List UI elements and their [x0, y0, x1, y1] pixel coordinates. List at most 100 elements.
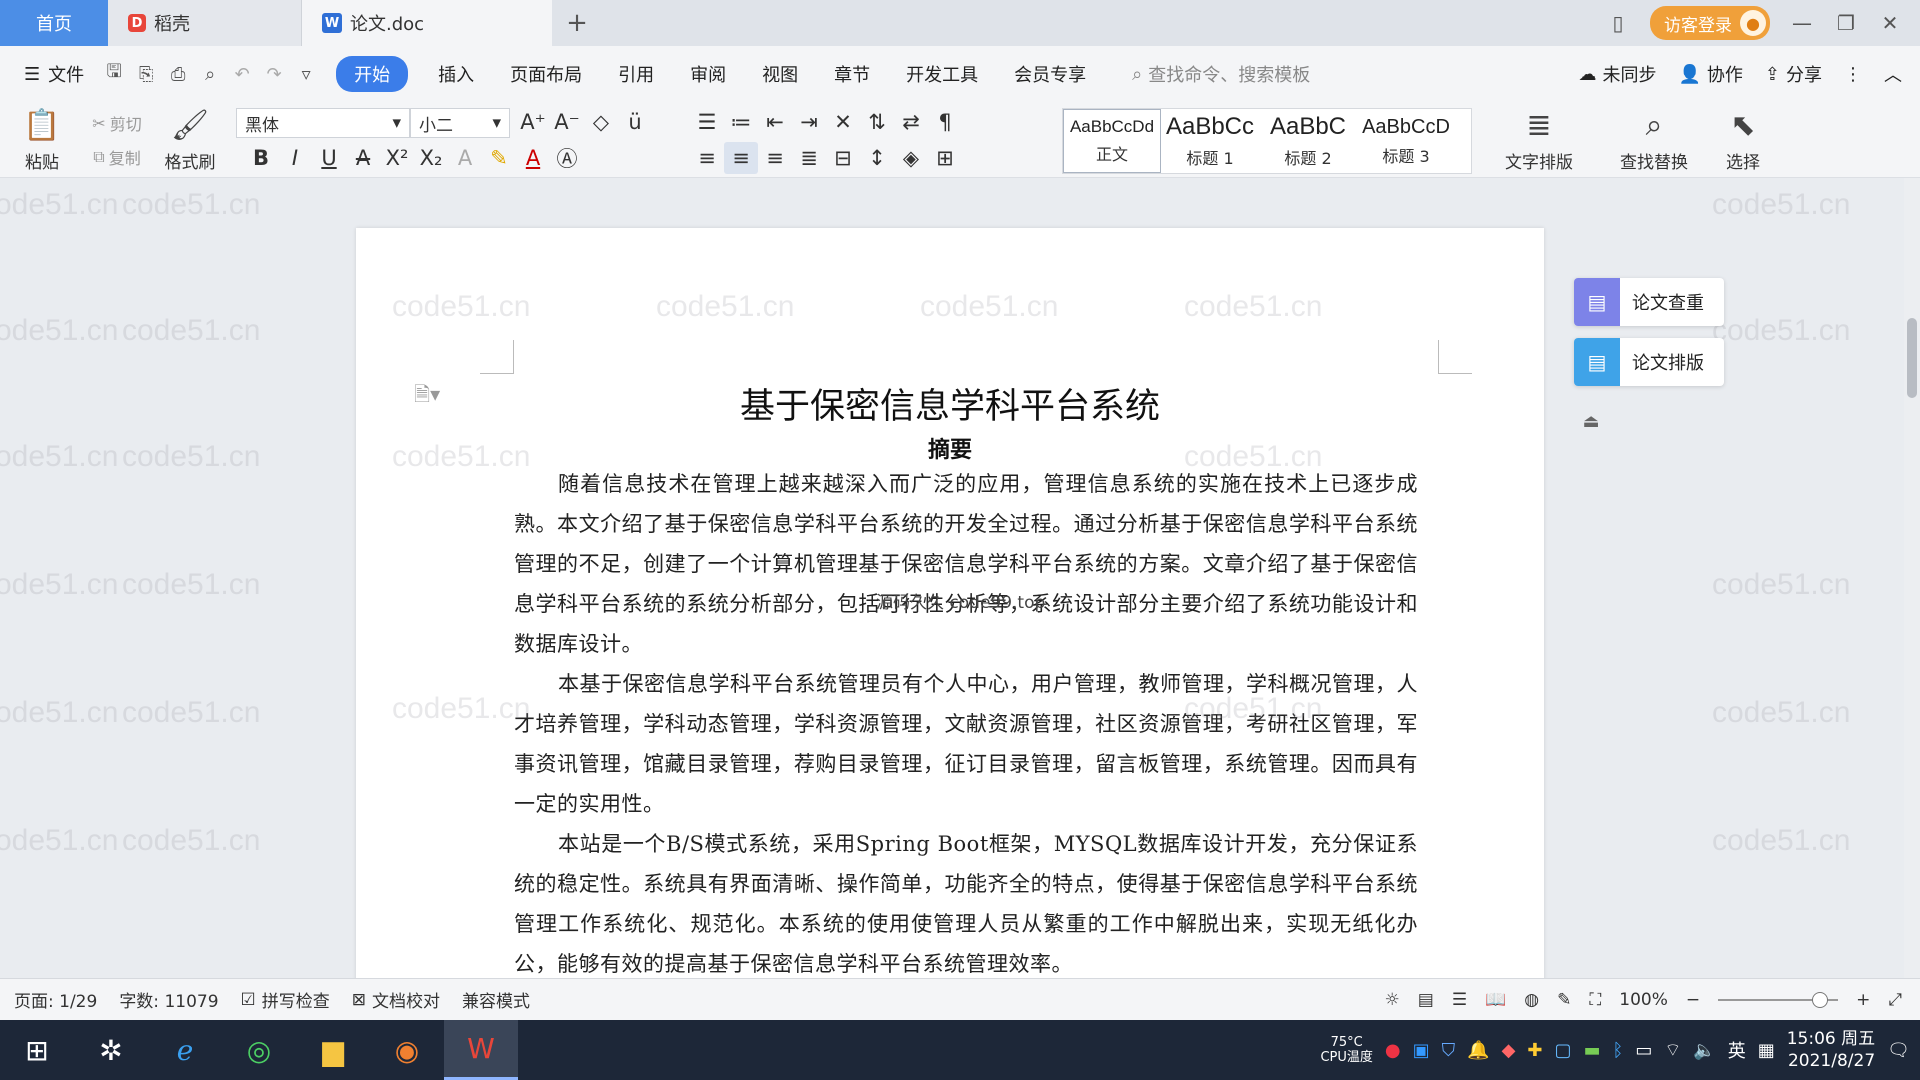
- page-count-icon[interactable]: ▯: [1606, 11, 1630, 35]
- zoom-slider[interactable]: [1718, 991, 1839, 1008]
- menu-review[interactable]: 审阅: [672, 61, 744, 87]
- system-clock[interactable]: 15:06 周五 2021/8/27: [1787, 1028, 1875, 1072]
- more-icon[interactable]: ⋮: [1844, 64, 1862, 85]
- fit-page-icon[interactable]: ⛶: [1589, 990, 1601, 1010]
- wifi-icon[interactable]: ⌔: [1664, 1039, 1681, 1062]
- text-layout-button[interactable]: ≣ 文字排版: [1494, 106, 1584, 174]
- tab-docer[interactable]: D 稻壳: [108, 0, 302, 46]
- outline-view-icon[interactable]: ☰: [1452, 990, 1467, 1010]
- reading-view-icon[interactable]: 📖: [1485, 990, 1506, 1010]
- highlight-icon[interactable]: ✎: [482, 142, 516, 174]
- clear-format-icon[interactable]: ◇: [584, 106, 618, 138]
- tab-document[interactable]: W 论文.doc: [302, 0, 552, 46]
- align-right-icon[interactable]: ≡: [758, 142, 792, 174]
- close-icon[interactable]: ✕: [1878, 11, 1902, 35]
- wps-writer-icon[interactable]: W: [444, 1020, 518, 1080]
- command-search[interactable]: ⌕ 查找命令、搜索模板: [1132, 61, 1310, 87]
- share-button[interactable]: ⇪ 分享: [1765, 61, 1822, 87]
- sync-button[interactable]: ☁ 未同步: [1578, 61, 1656, 87]
- menu-insert[interactable]: 插入: [420, 61, 492, 87]
- document-page[interactable]: 🗎▾ 基于保密信息学科平台系统 摘要 随着信息技术在管理上越来越深入而广泛的应用…: [356, 228, 1544, 978]
- font-size-select[interactable]: 小二 ▾: [410, 108, 510, 138]
- collapse-ribbon-icon[interactable]: ︿: [1884, 61, 1902, 87]
- ime-language[interactable]: 英: [1728, 1037, 1746, 1063]
- collaborate-button[interactable]: 👤 协作: [1678, 61, 1742, 87]
- strikethrough-icon[interactable]: A: [346, 142, 380, 174]
- increase-indent-icon[interactable]: ⇥: [792, 106, 826, 138]
- distributed-icon[interactable]: ⊟: [826, 142, 860, 174]
- paper-layout-button[interactable]: ▤ 论文排版: [1574, 338, 1724, 386]
- web-view-icon[interactable]: ◍: [1524, 990, 1539, 1010]
- italic-icon[interactable]: I: [278, 142, 312, 174]
- font-color-icon[interactable]: A: [516, 142, 550, 174]
- menu-chapter[interactable]: 章节: [816, 61, 888, 87]
- scrollbar-thumb[interactable]: [1907, 318, 1917, 398]
- file-menu[interactable]: ☰ 文件: [0, 61, 98, 87]
- shading-icon[interactable]: ◈: [894, 142, 928, 174]
- windows-start-icon[interactable]: ⊞: [0, 1020, 74, 1080]
- undo-icon[interactable]: ↶: [226, 64, 258, 85]
- gpu-icon[interactable]: ▬: [1584, 1040, 1601, 1061]
- copy-button[interactable]: ⧉ 复制: [80, 142, 154, 172]
- print-icon[interactable]: ⎙: [162, 64, 194, 85]
- subscript-icon[interactable]: X₂: [414, 142, 448, 174]
- volume-icon[interactable]: 🔈: [1693, 1040, 1715, 1061]
- redo-icon[interactable]: ↷: [258, 64, 290, 85]
- media-app-icon[interactable]: ◉: [370, 1020, 444, 1080]
- security-shield-icon[interactable]: ⛉: [1442, 1040, 1456, 1061]
- minimize-icon[interactable]: —: [1790, 11, 1814, 35]
- tray-app-icon[interactable]: ▣: [1413, 1040, 1430, 1061]
- menu-member[interactable]: 会员专享: [996, 61, 1104, 87]
- menu-page-layout[interactable]: 页面布局: [492, 61, 600, 87]
- chinese-layout-icon[interactable]: ✕: [826, 106, 860, 138]
- text-direction-icon[interactable]: ⇄: [894, 106, 928, 138]
- tray-app-icon[interactable]: ✚: [1527, 1040, 1542, 1061]
- menu-references[interactable]: 引用: [600, 61, 672, 87]
- superscript-icon[interactable]: X²: [380, 142, 414, 174]
- text-effect-icon[interactable]: A: [448, 142, 482, 174]
- style-heading-3[interactable]: AaBbCcD 标题 3: [1357, 109, 1455, 173]
- style-heading-1[interactable]: AaBbCc 标题 1: [1161, 109, 1259, 173]
- word-count[interactable]: 字数: 11079: [119, 987, 218, 1012]
- find-replace-button[interactable]: ⌕ 查找替换: [1606, 106, 1702, 174]
- menu-home[interactable]: 开始: [336, 56, 409, 92]
- print-preview-icon[interactable]: ⌕: [194, 64, 226, 85]
- show-marks-icon[interactable]: ¶: [928, 106, 962, 138]
- visitor-login-button[interactable]: 访客登录 ●: [1650, 6, 1770, 40]
- tray-app-icon[interactable]: ●: [1385, 1040, 1401, 1061]
- zoom-slider-handle[interactable]: [1812, 991, 1829, 1008]
- restore-icon[interactable]: ❐: [1834, 11, 1858, 35]
- write-mode-icon[interactable]: ✎: [1557, 990, 1571, 1010]
- vertical-scrollbar[interactable]: [1904, 178, 1920, 978]
- increase-font-icon[interactable]: A⁺: [516, 106, 550, 138]
- zoom-in-icon[interactable]: +: [1856, 990, 1870, 1010]
- tab-home[interactable]: 首页: [0, 0, 108, 46]
- font-name-select[interactable]: 黑体 ▾: [236, 108, 410, 138]
- phonetic-guide-icon[interactable]: ü: [618, 106, 652, 138]
- ie-browser-icon[interactable]: ℯ: [148, 1020, 222, 1080]
- underline-icon[interactable]: U: [312, 142, 346, 174]
- line-spacing-icon[interactable]: ↕: [860, 142, 894, 174]
- notification-bell-icon[interactable]: 🔔: [1467, 1040, 1489, 1061]
- align-center-icon[interactable]: ≡: [724, 142, 758, 174]
- bullet-list-icon[interactable]: ☰: [690, 106, 724, 138]
- page-indicator[interactable]: 页面: 1/29: [14, 987, 97, 1012]
- file-explorer-icon[interactable]: ▆: [296, 1020, 370, 1080]
- paste-button[interactable]: 📋 粘贴: [14, 106, 70, 174]
- align-left-icon[interactable]: ≡: [690, 142, 724, 174]
- style-normal[interactable]: AaBbCcDd 正文: [1063, 109, 1161, 173]
- collapse-panel-icon[interactable]: ⏏: [1576, 406, 1606, 436]
- cpu-temp-widget[interactable]: 75°C CPU温度: [1320, 1035, 1372, 1065]
- sort-icon[interactable]: ⇅: [860, 106, 894, 138]
- cut-button[interactable]: ✂ 剪切: [80, 108, 154, 138]
- select-button[interactable]: ⬉ 选择: [1712, 106, 1774, 174]
- new-tab-button[interactable]: +: [552, 0, 602, 46]
- task-view-icon[interactable]: ✲: [74, 1020, 148, 1080]
- decrease-font-icon[interactable]: A⁻: [550, 106, 584, 138]
- save-icon[interactable]: 🖫: [98, 59, 130, 89]
- decrease-indent-icon[interactable]: ⇤: [758, 106, 792, 138]
- char-border-icon[interactable]: Ⓐ: [550, 142, 584, 174]
- justify-icon[interactable]: ≣: [792, 142, 826, 174]
- borders-icon[interactable]: ⊞: [928, 142, 962, 174]
- customize-toolbar-icon[interactable]: ▿: [290, 64, 322, 85]
